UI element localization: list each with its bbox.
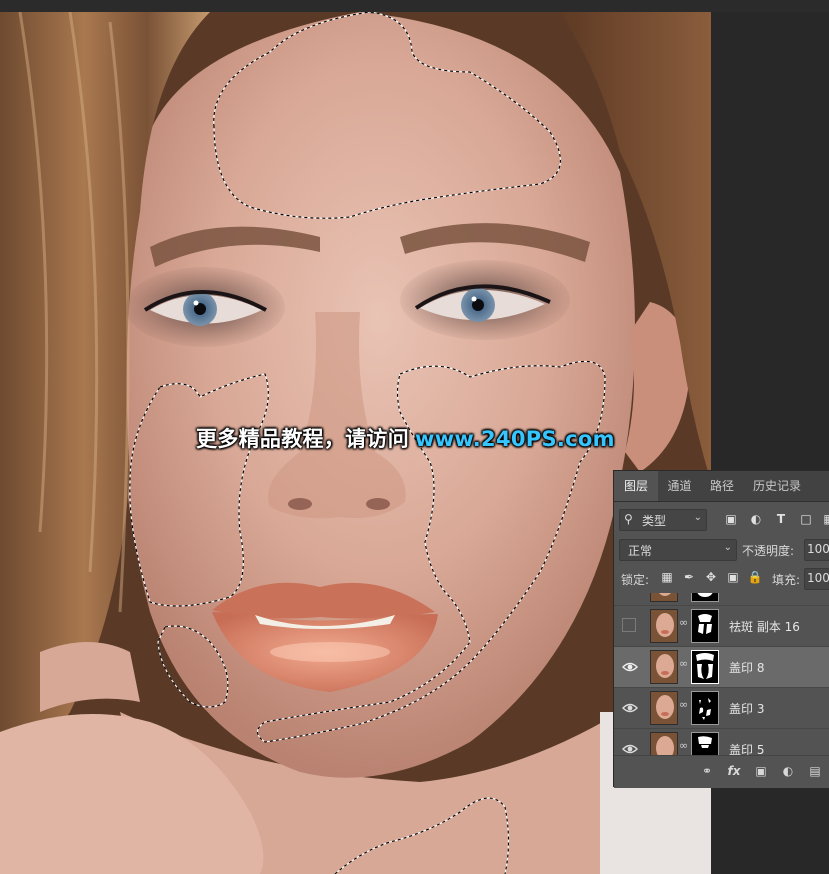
blend-mode-select[interactable]: 正常 ⌄ <box>619 539 737 561</box>
layer-thumbnail <box>650 691 678 725</box>
eye-icon[interactable] <box>622 742 638 755</box>
layers-panel: 图层 通道 路径 历史记录 ⚲ 类型 ⌄ ▣ ◐ T □ ▦ 正常 ⌄ 不透明度… <box>613 470 829 788</box>
chain-link-icon[interactable]: ∞ <box>679 657 689 673</box>
layer-name: 盖印 5 <box>729 743 765 755</box>
fill-input[interactable]: 100% <box>804 568 829 590</box>
visibility-toggle[interactable] <box>622 618 636 632</box>
chain-link-icon[interactable]: ∞ <box>679 698 689 714</box>
tab-history[interactable]: 历史记录 <box>744 471 810 501</box>
layer-mask-thumbnail[interactable] <box>691 650 719 684</box>
chevron-down-icon: ⌄ <box>723 542 732 553</box>
adjustment-layer-icon[interactable]: ◐ <box>779 763 797 779</box>
lock-artboard-icon[interactable]: ▣ <box>725 568 741 586</box>
opacity-label: 不透明度: <box>742 544 795 558</box>
search-icon: ⚲ <box>624 512 633 526</box>
watermark-text: 更多精品教程，请访问 <box>196 427 409 451</box>
layer-thumbnail <box>650 609 678 643</box>
layer-list: ∞ ∞ 祛斑 副本 16 ∞ 盖印 8 ∞ 盖印 3 <box>614 593 829 755</box>
layer-row[interactable]: ∞ 盖印 3 <box>614 688 829 729</box>
link-layers-icon[interactable]: ⚭ <box>698 763 716 779</box>
lock-label: 锁定: <box>621 573 650 587</box>
layer-row[interactable]: ∞ 盖印 5 <box>614 729 829 755</box>
filter-label: 类型 <box>642 514 667 528</box>
fill-label: 填充: <box>772 573 801 587</box>
chain-link-icon[interactable]: ∞ <box>679 739 689 755</box>
new-group-icon[interactable]: ▤ <box>806 763 824 779</box>
tab-channels[interactable]: 通道 <box>659 471 700 501</box>
layer-thumbnail <box>650 593 678 602</box>
lock-image-icon[interactable]: ✒ <box>681 568 697 586</box>
blend-mode-label: 正常 <box>628 544 653 558</box>
tab-layers[interactable]: 图层 <box>614 471 658 501</box>
top-strip <box>0 0 829 12</box>
layer-name: 祛斑 副本 16 <box>729 620 800 634</box>
layer-row[interactable]: ∞ 祛斑 副本 16 <box>614 606 829 647</box>
chain-link-icon[interactable]: ∞ <box>679 616 689 632</box>
layer-mask-thumbnail[interactable] <box>691 593 719 602</box>
smart-object-filter-icon[interactable]: ▦ <box>820 509 829 529</box>
image-filter-icon[interactable]: ▣ <box>722 509 740 529</box>
layer-thumbnail <box>650 732 678 755</box>
adjustment-filter-icon[interactable]: ◐ <box>747 509 765 529</box>
panel-bottom-toolbar: ⚭ fx ▣ ◐ ▤ <box>614 755 829 788</box>
fx-icon[interactable]: fx <box>725 763 743 779</box>
layer-filter-select[interactable]: ⚲ 类型 ⌄ <box>619 509 707 531</box>
layer-name: 盖印 8 <box>729 661 765 675</box>
shape-filter-icon[interactable]: □ <box>797 509 815 529</box>
panel-tabs: 图层 通道 路径 历史记录 <box>614 471 829 502</box>
tab-paths[interactable]: 路径 <box>701 471 743 501</box>
opacity-input[interactable]: 100% <box>804 539 829 561</box>
lock-transparent-icon[interactable]: ▦ <box>659 568 675 586</box>
fill-value: 100% <box>807 571 829 585</box>
layer-name: 盖印 3 <box>729 702 765 716</box>
lock-all-icon[interactable]: 🔒 <box>747 568 763 586</box>
eye-icon[interactable] <box>622 660 638 674</box>
add-mask-icon[interactable]: ▣ <box>752 763 770 779</box>
watermark: 更多精品教程，请访问 www.240PS.com <box>196 423 615 453</box>
layer-mask-thumbnail[interactable] <box>691 732 719 755</box>
chevron-down-icon: ⌄ <box>693 512 702 523</box>
type-filter-icon[interactable]: T <box>772 509 790 529</box>
layer-mask-thumbnail[interactable] <box>691 609 719 643</box>
layer-thumbnail <box>650 650 678 684</box>
lock-position-icon[interactable]: ✥ <box>703 568 719 586</box>
eye-icon[interactable] <box>622 701 638 715</box>
layer-row-selected[interactable]: ∞ 盖印 8 <box>614 647 829 688</box>
opacity-value: 100% <box>807 542 829 556</box>
watermark-url: www.240PS.com <box>415 427 615 451</box>
layer-row[interactable]: ∞ <box>614 593 829 606</box>
layer-mask-thumbnail[interactable] <box>691 691 719 725</box>
